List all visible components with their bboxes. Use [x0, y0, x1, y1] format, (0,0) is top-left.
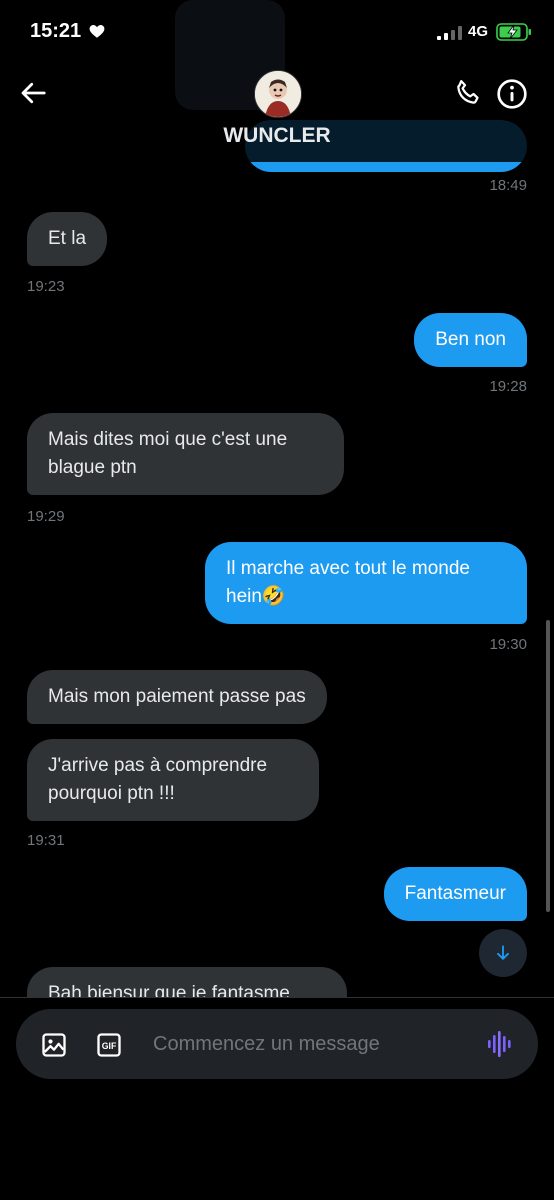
message-timestamp: 19:30 — [489, 636, 527, 653]
message-input[interactable] — [153, 1030, 453, 1058]
dm-conversation-screen: 18:49 Et la 19:23 Ben non 19:28 Mais dit… — [0, 0, 554, 1200]
info-icon[interactable] — [496, 78, 528, 110]
message-timestamp: 19:28 — [489, 378, 527, 395]
heart-icon — [89, 25, 105, 38]
svg-text:GIF: GIF — [102, 1041, 117, 1051]
network-type: 4G — [468, 23, 489, 40]
message-bubble-incoming[interactable]: Et la — [27, 212, 108, 266]
composer-area: GIF — [0, 997, 554, 1200]
battery-charging-icon — [496, 23, 531, 41]
status-bar: 15:21 4G — [0, 0, 554, 66]
status-time: 15:21 — [30, 20, 82, 42]
message-bubble-outgoing[interactable]: Fantasmeur — [383, 867, 527, 921]
message-bubble-incoming[interactable]: Mais mon paiement passe pas — [27, 670, 327, 724]
message-timestamp: 19:31 — [27, 832, 65, 849]
message-bubble-incoming[interactable]: Mais dites moi que c'est une blague ptn — [27, 413, 344, 495]
avatar[interactable] — [254, 70, 302, 118]
message-bubble-outgoing[interactable]: Ben non — [414, 313, 527, 367]
message-timestamp: 19:23 — [27, 278, 65, 295]
message-composer: GIF — [16, 1009, 538, 1079]
back-arrow-icon[interactable] — [18, 78, 48, 108]
message-timestamp: 18:49 — [489, 177, 527, 194]
avatar-image — [255, 71, 301, 117]
message-bubble-outgoing[interactable]: Il marche avec tout le monde hein🤣 — [205, 542, 527, 624]
scrollbar[interactable] — [546, 620, 550, 912]
conversation-title[interactable]: WUNCLER — [0, 124, 554, 148]
gif-icon[interactable]: GIF — [95, 1031, 123, 1059]
message-timestamp: 19:29 — [27, 508, 65, 525]
image-icon[interactable] — [40, 1031, 68, 1059]
phone-icon[interactable] — [453, 78, 483, 108]
message-bubble-incoming[interactable]: J'arrive pas à comprendre pourquoi ptn !… — [27, 739, 319, 821]
voice-icon[interactable] — [486, 1029, 516, 1059]
scroll-to-bottom-button[interactable] — [479, 929, 527, 977]
arrow-down-icon — [497, 945, 509, 960]
cellular-signal-icon — [437, 26, 462, 40]
